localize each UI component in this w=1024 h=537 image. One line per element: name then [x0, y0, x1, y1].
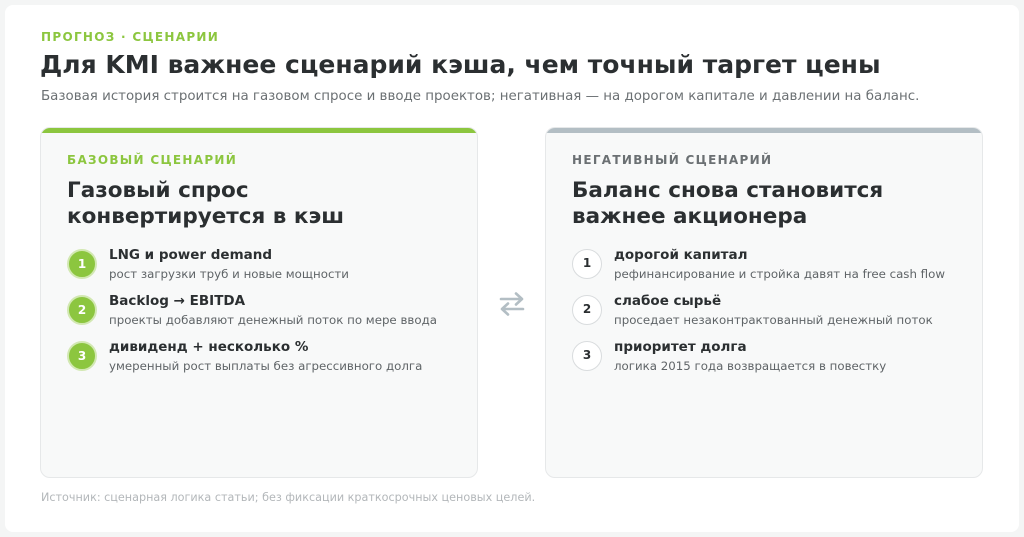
swap-arrows-icon: [499, 292, 525, 316]
base-scenario-label: БАЗОВЫЙ СЦЕНАРИЙ: [67, 153, 238, 167]
negative-item-description: проседает незаконтрактованный денежный п…: [614, 313, 933, 327]
negative-item-description: логика 2015 года возвращается в повестку: [614, 359, 887, 373]
step-number-badge: 1: [572, 249, 602, 279]
base-item-1: 1 LNG и power demand рост загрузки труб …: [67, 247, 467, 289]
step-number-badge: 3: [67, 341, 97, 371]
negative-item-title: дорогой капитал: [614, 247, 748, 263]
base-scenario-card: БАЗОВЫЙ СЦЕНАРИЙ Газовый спрос конвертир…: [40, 127, 478, 478]
negative-item-3: 3 приоритет долга логика 2015 года возвр…: [572, 339, 972, 381]
base-item-description: рост загрузки труб и новые мощности: [109, 267, 349, 281]
base-card-accent-bar: [41, 128, 477, 133]
step-number-badge: 3: [572, 341, 602, 371]
step-number-badge: 1: [67, 249, 97, 279]
base-item-2: 2 Backlog → EBITDA проекты добавляют ден…: [67, 293, 467, 335]
page-subtitle: Базовая история строится на газовом спро…: [41, 89, 920, 104]
negative-scenario-label: НЕГАТИВНЫЙ СЦЕНАРИЙ: [572, 153, 773, 167]
negative-heading-line-1: Баланс снова становится: [572, 178, 884, 203]
base-item-3: 3 дивиденд + несколько % умеренный рост …: [67, 339, 467, 381]
base-scenario-heading: Газовый спрос конвертируется в кэш: [67, 178, 457, 230]
base-item-description: умеренный рост выплаты без агрессивного …: [109, 359, 423, 373]
negative-scenario-card: НЕГАТИВНЫЙ СЦЕНАРИЙ Баланс снова станови…: [545, 127, 983, 478]
base-item-title: дивиденд + несколько %: [109, 339, 309, 355]
negative-item-description: рефинансирование и стройка давят на free…: [614, 267, 945, 281]
step-number-badge: 2: [67, 295, 97, 325]
base-item-description: проекты добавляют денежный поток по мере…: [109, 313, 437, 327]
step-number-badge: 2: [572, 295, 602, 325]
negative-item-title: приоритет долга: [614, 339, 747, 355]
negative-item-1: 1 дорогой капитал рефинансирование и стр…: [572, 247, 972, 289]
eyebrow-label: ПРОГНОЗ · СЦЕНАРИИ: [41, 30, 220, 44]
base-item-title: Backlog → EBITDA: [109, 293, 246, 309]
negative-card-accent-bar: [546, 128, 982, 133]
negative-scenario-heading: Баланс снова становится важнее акционера: [572, 178, 962, 230]
source-note: Источник: сценарная логика статьи; без ф…: [41, 491, 536, 504]
base-heading-line-1: Газовый спрос: [67, 178, 249, 203]
base-heading-line-2: конвертируется в кэш: [67, 204, 345, 229]
page-title: Для KMI важнее сценарий кэша, чем точный…: [40, 50, 881, 79]
negative-item-title: слабое сырьё: [614, 293, 722, 309]
negative-item-2: 2 слабое сырьё проседает незаконтрактова…: [572, 293, 972, 335]
base-item-title: LNG и power demand: [109, 247, 273, 263]
negative-heading-line-2: важнее акционера: [572, 204, 808, 229]
